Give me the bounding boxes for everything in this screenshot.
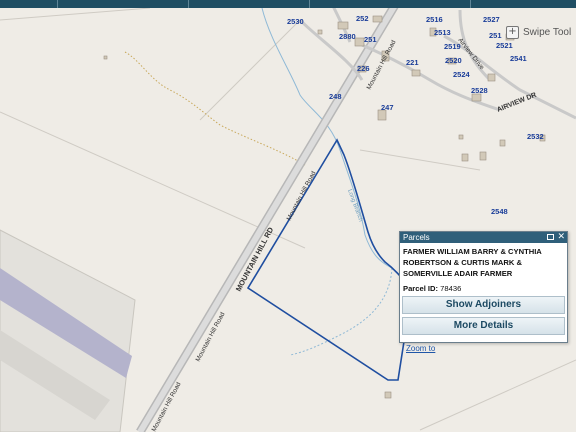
more-details-button[interactable]: More Details [402,317,565,335]
parcel-number: 251 [489,31,502,40]
parcel-number: 2516 [426,15,443,24]
owner-names: FARMER WILLIAM BARRY & CYNTHIA ROBERTSON… [403,247,542,278]
parcel-id-label: Parcel ID: [403,284,439,293]
swipe-tool-label: Swipe Tool [523,26,572,38]
parcel-number: 2520 [445,56,462,65]
close-icon[interactable]: ✕ [557,233,565,242]
zoom-to-link[interactable]: Zoom to [400,343,435,355]
toolbar-segment[interactable] [310,0,471,8]
parcel-number: 248 [329,92,342,101]
swipe-tool-icon: + [506,25,519,39]
parcel-number: 2530 [287,17,304,26]
parcel-id-value: 78436 [440,284,462,293]
parcel-popup: Parcels ✕ FARMER WILLIAM BARRY & CYNTHIA… [399,231,568,353]
parcel-number: 2528 [471,86,488,95]
popup-header: Parcels ✕ [400,232,567,243]
parcel-number: 2548 [491,207,508,216]
parcel-number: 2532 [527,132,544,141]
show-adjoiners-button[interactable]: Show Adjoiners [402,296,565,314]
toolbar-segment[interactable] [189,0,310,8]
parcel-number: 2524 [453,70,471,79]
swipe-tool-button[interactable]: + Swipe Tool [506,24,571,40]
top-toolbar [0,0,576,8]
parcel-number: 2521 [496,41,513,50]
toolbar-segment[interactable] [58,0,189,8]
parcel-number: 221 [406,58,419,67]
parcel-number: 2880 [339,32,356,41]
toolbar-segment[interactable] [0,0,58,8]
toolbar-segment[interactable] [471,0,575,8]
parcel-number: 2513 [434,28,451,37]
parcel-number: 247 [381,103,394,112]
parcel-number: 2527 [483,15,500,24]
parcel-id-row: Parcel ID: 78436 [400,279,567,296]
parcel-number: 252 [356,14,369,23]
maximize-icon[interactable] [547,234,555,240]
map-canvas[interactable]: 2530 252 2516 2527 2880 251 2513 251 252… [0,0,576,432]
parcel-number: 226 [357,64,370,73]
parcel-number: 251 [364,35,377,44]
parcel-number: 2541 [510,54,527,63]
popup-title: Parcels [403,233,430,242]
